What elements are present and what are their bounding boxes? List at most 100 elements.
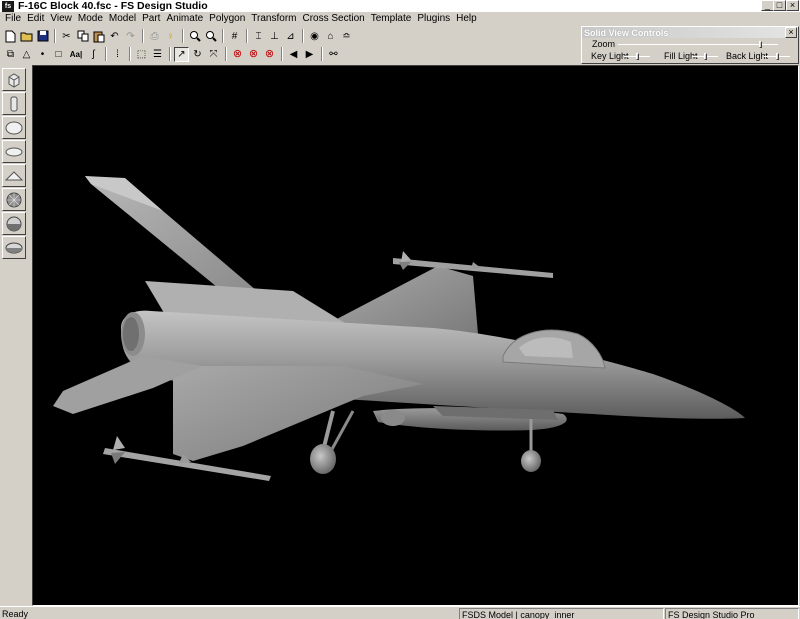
triangle-icon[interactable]: △ (19, 47, 34, 62)
title-bar[interactable]: fs F-16C Block 40.fsc - FS Design Studio… (0, 0, 800, 12)
menu-file[interactable]: File (2, 12, 24, 26)
cube-icon[interactable] (2, 68, 26, 91)
cut-icon[interactable]: ✂ (59, 29, 74, 44)
menu-view[interactable]: View (47, 12, 75, 26)
redo-icon[interactable]: ↷ (123, 29, 138, 44)
menu-mode[interactable]: Mode (75, 12, 106, 26)
menu-transform[interactable]: Transform (248, 12, 299, 26)
menu-edit[interactable]: Edit (24, 12, 47, 26)
zoom-slider-track (618, 44, 778, 45)
disc-icon[interactable] (2, 140, 26, 163)
prev-icon[interactable]: ◀ (286, 47, 301, 62)
menu-polygon[interactable]: Polygon (206, 12, 248, 26)
axis-y-icon[interactable]: ⊥ (267, 29, 282, 44)
toolbar-separator (182, 29, 184, 43)
status-ready: Ready (2, 609, 29, 619)
scale-icon[interactable]: ⤧ (206, 47, 221, 62)
menu-animate[interactable]: Animate (163, 12, 206, 26)
menu-template[interactable]: Template (368, 12, 415, 26)
back-light-slider[interactable] (764, 53, 790, 60)
solid-view-close-button[interactable]: × (785, 27, 797, 38)
app-icon[interactable]: fs (2, 0, 14, 12)
toolbar-separator (169, 47, 171, 61)
lines-icon[interactable]: ☰ (150, 47, 165, 62)
cylinder-icon[interactable] (2, 92, 26, 115)
key-light-label: Key Light (591, 51, 629, 61)
geosphere-icon[interactable] (2, 188, 26, 211)
copy-icon[interactable] (75, 29, 90, 44)
toolbar-separator (222, 29, 224, 43)
back-light-slider-thumb[interactable] (775, 53, 779, 60)
maximize-button[interactable]: □ (773, 0, 786, 11)
open-folder-icon[interactable] (19, 29, 34, 44)
axis-x-icon[interactable]: ⌶ (251, 29, 266, 44)
zoom-slider-thumb[interactable] (759, 41, 763, 48)
toolbar-separator (54, 29, 56, 43)
close-button[interactable]: × (786, 0, 799, 11)
undo-icon[interactable]: ↶ (107, 29, 122, 44)
binoculars-icon[interactable]: ⚯ (326, 47, 341, 62)
f16-model-render[interactable] (33, 66, 799, 606)
main-toolbar: ✂ ↶ ↷ ⎙ ♀ # ⌶ ⊥ ⊿ ◉ ⌂ ≏ (0, 27, 355, 45)
no-entry-2-icon[interactable]: ⊗ (246, 47, 261, 62)
solid-view-controls-header[interactable]: Solid View Controls (582, 27, 798, 38)
cone-icon[interactable] (2, 164, 26, 187)
next-icon[interactable]: ▶ (302, 47, 317, 62)
canopy (502, 329, 606, 369)
select-rect-icon[interactable]: ⬚ (134, 47, 149, 62)
sphere-icon[interactable] (2, 116, 26, 139)
solid-view-controls-panel: Solid View Controls × Zoom Key Light Fil… (581, 26, 799, 64)
square-icon[interactable]: □ (51, 47, 66, 62)
sum-icon[interactable]: ʃ (86, 47, 101, 62)
hemisphere-icon[interactable] (2, 212, 26, 235)
text-button[interactable]: Aa| (67, 47, 85, 62)
zoom-out-icon[interactable] (203, 29, 218, 44)
toolbar-separator (225, 47, 227, 61)
key-light-slider-thumb[interactable] (635, 53, 639, 60)
axis-z-icon[interactable]: ⊿ (283, 29, 298, 44)
far-wingtip-missile (393, 251, 553, 278)
solid-view-controls-title: Solid View Controls (584, 27, 669, 38)
arrow-curve-icon[interactable]: ↗ (174, 46, 189, 62)
fill-light-slider-thumb[interactable] (703, 53, 707, 60)
3d-viewport[interactable] (32, 65, 799, 606)
no-entry-1-icon[interactable]: ⊗ (230, 47, 245, 62)
terrain-icon[interactable]: ≏ (339, 29, 354, 44)
toolbar-separator (246, 29, 248, 43)
save-disk-icon[interactable] (35, 29, 50, 44)
menu-part[interactable]: Part (139, 12, 163, 26)
toolbar-separator (129, 47, 131, 61)
menu-cross-section[interactable]: Cross Section (300, 12, 368, 26)
house-icon[interactable]: ⌂ (323, 29, 338, 44)
grid-icon[interactable]: # (227, 29, 242, 44)
rotate-icon[interactable]: ↻ (190, 47, 205, 62)
menu-model[interactable]: Model (106, 12, 139, 26)
toolbar-separator (302, 29, 304, 43)
no-entry-3-icon[interactable]: ⊗ (262, 47, 277, 62)
help-bulb-icon[interactable]: ♀ (163, 29, 178, 44)
key-light-slider[interactable] (624, 53, 650, 60)
paste-icon[interactable] (91, 29, 106, 44)
menu-help[interactable]: Help (453, 12, 480, 26)
zoom-slider[interactable] (618, 41, 778, 48)
menu-bar: File Edit View Mode Model Part Animate P… (0, 12, 800, 26)
window-title: F-16C Block 40.fsc - FS Design Studio (18, 0, 208, 12)
new-file-icon[interactable] (3, 29, 18, 44)
eye-view-icon[interactable]: ◉ (307, 29, 322, 44)
menu-plugins[interactable]: Plugins (414, 12, 453, 26)
toolbar-separator (281, 47, 283, 61)
status-model-part: FSDS Model | canopy_inner (459, 608, 664, 619)
ellipsoid-icon[interactable] (2, 236, 26, 259)
fsds-window: fs F-16C Block 40.fsc - FS Design Studio… (0, 0, 800, 619)
grid-dots-icon[interactable]: ⁞ (110, 47, 125, 62)
status-bar: Ready FSDS Model | canopy_inner FS Desig… (0, 606, 800, 619)
main-landing-gear (310, 410, 405, 474)
point-icon[interactable]: • (35, 47, 50, 62)
vertical-tail (85, 176, 263, 296)
zoom-in-icon[interactable] (187, 29, 202, 44)
status-product: FS Design Studio Pro (665, 608, 799, 619)
primitive-palette (2, 68, 28, 263)
print-icon[interactable]: ⎙ (147, 29, 162, 44)
select-icon[interactable]: ⧉ (3, 47, 18, 62)
fill-light-slider[interactable] (692, 53, 718, 60)
